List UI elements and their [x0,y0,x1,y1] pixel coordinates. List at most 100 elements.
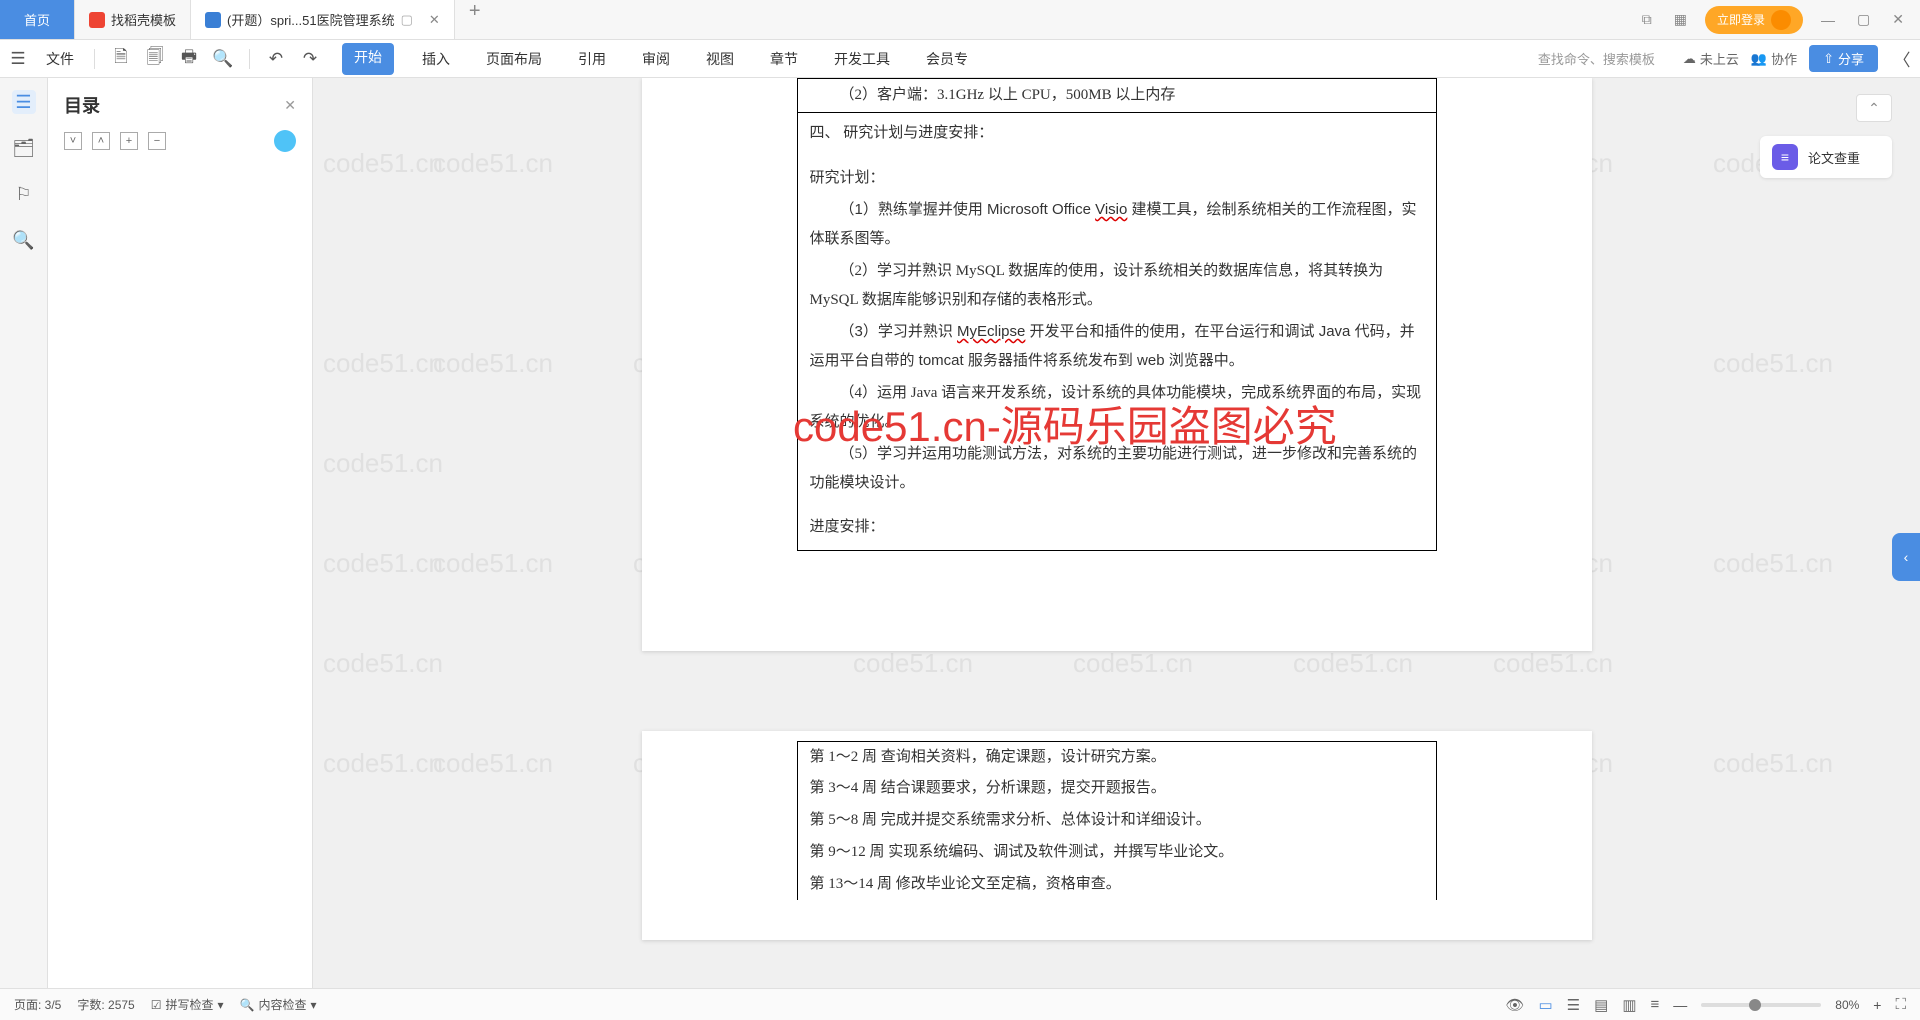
cloud-status[interactable]: ☁未上云 [1683,49,1739,68]
tab-home[interactable]: 首页 [0,0,75,39]
minimize-button[interactable]: — [1817,12,1839,28]
tab-templates[interactable]: 找稻壳模板 [75,0,191,39]
maximize-button[interactable]: ▢ [1853,11,1874,28]
cloud-icon: ☁ [1683,51,1696,67]
fullscreen-icon[interactable]: ⛶ [1895,996,1906,1013]
document-page-4: 第 1～2 周 查询相关资料，确定课题，设计研究方案。 第 3～4 周 结合课题… [642,731,1592,941]
t: （3）学习并熟识 [840,323,958,340]
doc-plan-heading: 研究计划： [798,162,1436,195]
collapse-ribbon-icon[interactable]: 〈 [1890,47,1914,71]
spacer [798,150,1436,162]
reading-mode-icon[interactable]: ⧉ [1638,11,1656,28]
print-preview-icon[interactable]: 🔍 [211,47,235,71]
level-down-icon[interactable]: − [148,132,166,150]
apps-icon[interactable]: ▦ [1670,11,1691,28]
eye-icon[interactable]: 👁 [1505,996,1524,1014]
zoom-out-button[interactable]: — [1673,997,1687,1013]
panel-collapse-icon[interactable]: ⌃ [1856,94,1892,122]
ribbon-tab-references[interactable]: 引用 [570,43,614,75]
level-up-icon[interactable]: + [120,132,138,150]
content-label: 内容检查 [259,996,307,1013]
collab-button[interactable]: 👥协作 [1751,49,1797,68]
separator [249,49,250,69]
tab-document[interactable]: (开题）spri...51医院管理系统 ▢ ✕ [191,0,455,39]
watermark: code51.cn [433,548,553,579]
slides-icon[interactable]: 🗂 [12,136,36,160]
watermark: code51.cn [323,348,443,379]
watermark: code51.cn [1293,648,1413,679]
layout-outline-icon[interactable]: ▥ [1622,996,1636,1014]
login-button[interactable]: 立即登录 [1705,6,1803,34]
tab-home-label: 首页 [24,10,50,29]
ribbon-tab-start[interactable]: 开始 [342,43,394,75]
layout-read-icon[interactable]: ☰ [1567,996,1580,1014]
watermark: code51.cn [1493,648,1613,679]
ribbon-tab-view[interactable]: 视图 [698,43,742,75]
cloud-label: 未上云 [1700,49,1739,68]
status-spellcheck[interactable]: ☑ 拼写检查 ▾ [151,996,224,1013]
t: （1）熟练掌握并使用 Microsoft Office [840,201,1096,218]
watermark: code51.cn [433,148,553,179]
feedback-tab[interactable]: ‹ [1892,533,1920,581]
redo-icon[interactable]: ↷ [298,47,322,71]
watermark: code51.cn [323,548,443,579]
tab-close-icon[interactable]: ✕ [429,12,440,28]
undo-icon[interactable]: ↶ [264,47,288,71]
status-page[interactable]: 页面: 3/5 [14,996,61,1013]
status-words[interactable]: 字数: 2575 [77,996,134,1013]
zoom-in-button[interactable]: + [1873,997,1881,1013]
watermark: code51.cn [853,648,973,679]
bookmark-icon[interactable]: ⚐ [12,182,36,206]
watermark: code51.cn [1713,548,1833,579]
close-window-button[interactable]: ✕ [1888,11,1908,28]
left-rail: ☰ 🗂 ⚐ 🔍 [0,78,48,988]
doc-line-client: （2）客户端：3.1GHz 以上 CPU，500MB 以上内存 [798,79,1436,112]
ribbon-tab-pagelayout[interactable]: 页面布局 [478,43,550,75]
ribbon-tab-sections[interactable]: 章节 [762,43,806,75]
ribbon-tab-review[interactable]: 审阅 [634,43,678,75]
plagiarism-check-button[interactable]: ≡ 论文查重 [1760,136,1892,178]
toolbar-right: ☁未上云 👥协作 ⇧分享 〈 [1683,45,1914,72]
outline-icon[interactable]: ☰ [12,90,36,114]
zoom-slider[interactable] [1701,1003,1821,1007]
command-search[interactable]: 查找命令、搜索模板 [1530,49,1663,68]
doc-sched-5: 第 13～14 周 修改毕业论文至定稿，资格审查。 [798,869,1436,901]
print-icon[interactable]: 🖶 [177,47,201,71]
doc-plan-4: （4）运用 Java 语言来开发系统，设计系统的具体功能模块，完成系统界面的布局… [798,377,1436,438]
tab-document-label: (开题）spri...51医院管理系统 [227,10,395,29]
watermark: code51.cn [323,748,443,779]
avatar-icon [1771,10,1791,30]
expand-all-icon[interactable]: ˅ [64,132,82,150]
watermark: code51.cn [1073,648,1193,679]
collapse-all-icon[interactable]: ˄ [92,132,110,150]
ribbon-tab-member[interactable]: 会员专 [918,43,976,75]
doc-sched-2: 第 3～4 周 结合课题要求，分析课题，提交开题报告。 [798,773,1436,805]
status-right: 👁 ▭ ☰ ▤ ▥ ≡ — 80% + ⛶ [1505,996,1906,1014]
file-menu[interactable]: 文件 [40,49,80,69]
layout-web-icon[interactable]: ▤ [1594,996,1608,1014]
document-page-3: （2）客户端：3.1GHz 以上 CPU，500MB 以上内存 四、 研究计划与… [642,78,1592,651]
status-contentcheck[interactable]: 🔍 内容检查 ▾ [240,996,317,1013]
settings-icon[interactable]: ≡ [1651,996,1660,1013]
word-icon [205,12,221,28]
watermark: code51.cn [433,748,553,779]
share-button[interactable]: ⇧分享 [1809,45,1878,72]
docer-icon [89,12,105,28]
zoom-value[interactable]: 80% [1835,998,1859,1012]
save-icon[interactable]: 🗎 [109,47,133,71]
watermark: code51.cn [1713,348,1833,379]
ribbon-tab-devtools[interactable]: 开发工具 [826,43,898,75]
search-icon[interactable]: 🔍 [12,228,36,252]
document-canvas[interactable]: code51.cn code51.cn code51.cn code51.cn … [313,78,1920,988]
outline-close-icon[interactable]: ✕ [284,97,296,114]
save-as-icon[interactable]: 🗐 [143,47,167,71]
layout-print-icon[interactable]: ▭ [1538,996,1552,1014]
separator [94,49,95,69]
menu-icon[interactable]: ☰ [6,47,30,71]
window-tabs: 首页 找稻壳模板 (开题）spri...51医院管理系统 ▢ ✕ + [0,0,1626,39]
zoom-thumb[interactable] [1749,999,1761,1011]
assistant-badge-icon[interactable] [274,130,296,152]
ribbon-tab-insert[interactable]: 插入 [414,43,458,75]
tab-add-button[interactable]: + [455,0,495,39]
doc-cell-schedule: 第 1～2 周 查询相关资料，确定课题，设计研究方案。 第 3～4 周 结合课题… [797,741,1437,901]
